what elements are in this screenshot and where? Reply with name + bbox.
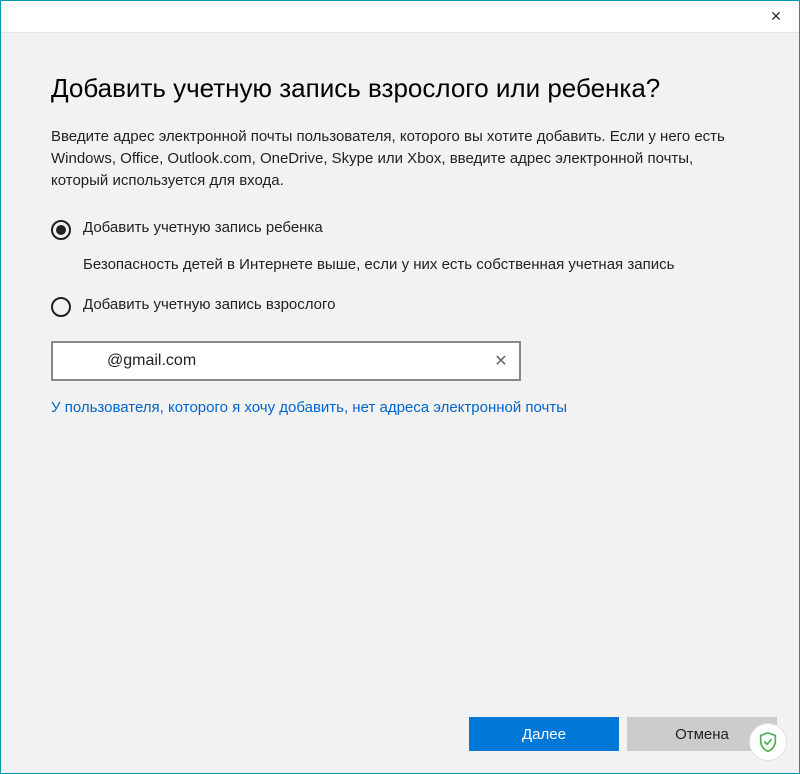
- shield-icon: [757, 731, 779, 753]
- dialog-window: ✕ Добавить учетную запись взрослого или …: [0, 0, 800, 774]
- radio-icon: [51, 220, 71, 240]
- close-button[interactable]: ✕: [753, 1, 799, 33]
- dialog-description: Введите адрес электронной почты пользова…: [51, 126, 749, 191]
- email-input[interactable]: [51, 341, 521, 381]
- email-row: ✕: [51, 341, 749, 381]
- clear-input-button[interactable]: ✕: [489, 349, 513, 373]
- radio-option-child[interactable]: Добавить учетную запись ребенка: [51, 219, 749, 240]
- radio-subtext-child: Безопасность детей в Интернете выше, есл…: [83, 254, 749, 276]
- close-icon: ✕: [770, 8, 782, 25]
- dialog-content: Добавить учетную запись взрослого или ре…: [1, 33, 799, 717]
- clear-icon: ✕: [494, 351, 507, 371]
- account-type-radio-group: Добавить учетную запись ребенка Безопасн…: [51, 219, 749, 317]
- no-email-link[interactable]: У пользователя, которого я хочу добавить…: [51, 399, 567, 416]
- titlebar: ✕: [1, 1, 799, 33]
- radio-label-adult: Добавить учетную запись взрослого: [83, 296, 336, 313]
- dialog-footer: Далее Отмена: [1, 717, 799, 773]
- radio-option-adult[interactable]: Добавить учетную запись взрослого: [51, 296, 749, 317]
- email-input-wrap: ✕: [51, 341, 521, 381]
- security-shield-badge: [749, 723, 787, 761]
- next-button[interactable]: Далее: [469, 717, 619, 751]
- radio-label-child: Добавить учетную запись ребенка: [83, 219, 323, 236]
- radio-icon: [51, 297, 71, 317]
- dialog-heading: Добавить учетную запись взрослого или ре…: [51, 73, 749, 104]
